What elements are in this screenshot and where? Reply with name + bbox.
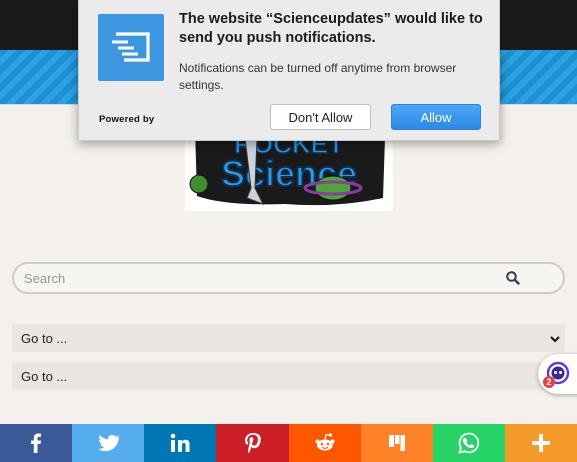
search-icon[interactable] [505, 270, 521, 286]
search-box [12, 262, 565, 294]
share-mix-button[interactable] [361, 424, 433, 462]
reddit-icon [315, 433, 335, 451]
share-pinterest-button[interactable] [216, 424, 289, 462]
notification-icon [98, 14, 164, 81]
allow-button[interactable]: Allow [391, 104, 481, 130]
dont-allow-button[interactable]: Don't Allow [270, 104, 371, 130]
powered-by-label: Powered by [99, 114, 155, 125]
share-whatsapp-button[interactable] [433, 424, 505, 462]
dialog-message: Notifications can be turned off anytime … [179, 61, 457, 92]
pinterest-icon [244, 433, 261, 454]
goto-select-2-label: Go to ... [21, 369, 68, 384]
goto-select-1[interactable]: Go to ... [12, 324, 565, 352]
mix-icon [389, 435, 405, 451]
goto-select-1-label: Go to ... [21, 331, 68, 346]
push-notification-dialog: The website “Scienceupdates” would like … [78, 0, 500, 141]
chat-unread-badge: 2 [543, 376, 555, 388]
share-linkedin-button[interactable] [144, 424, 216, 462]
whatsapp-icon [458, 432, 480, 454]
twitter-icon [98, 434, 120, 452]
share-twitter-button[interactable] [72, 424, 144, 462]
dialog-title: The website “Scienceupdates” would like … [179, 11, 483, 46]
plus-icon [532, 434, 550, 452]
linkedin-icon [170, 433, 190, 452]
facebook-icon [31, 433, 41, 453]
search-input[interactable] [24, 268, 494, 288]
share-facebook-button[interactable] [0, 424, 72, 462]
chevron-down-icon [549, 332, 561, 344]
goto-select-2[interactable]: Go to ... [12, 362, 565, 390]
social-share-bar [0, 424, 577, 462]
share-more-button[interactable] [505, 424, 577, 462]
share-reddit-button[interactable] [289, 424, 361, 462]
chat-widget-button[interactable]: 2 [538, 354, 577, 394]
